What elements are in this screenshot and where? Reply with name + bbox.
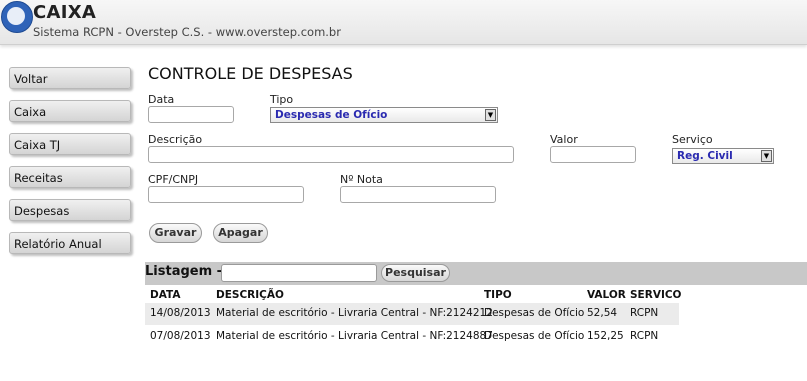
sidebar-item-caixa[interactable]: Caixa bbox=[9, 100, 131, 122]
nota-label: Nº Nota bbox=[340, 173, 383, 186]
valor-field[interactable] bbox=[550, 146, 636, 163]
gravar-button[interactable]: Gravar bbox=[149, 223, 202, 243]
table-row[interactable]: 07/08/2013 Material de escritório - Livr… bbox=[145, 326, 679, 348]
chevron-down-icon[interactable]: ▼ bbox=[485, 109, 496, 121]
cell-data: 07/08/2013 bbox=[150, 330, 211, 342]
sidebar-item-voltar[interactable]: Voltar bbox=[9, 67, 131, 89]
brand-title: CAIXA bbox=[33, 2, 97, 23]
data-field[interactable] bbox=[148, 106, 234, 123]
listing-title: Listagem - bbox=[145, 264, 223, 279]
tipo-select[interactable]: Despesas de Ofício ▼ bbox=[270, 107, 498, 123]
servico-select-value: Reg. Civil bbox=[677, 150, 733, 162]
col-header-data: DATA bbox=[150, 289, 181, 301]
cell-tipo: Despesas de Ofício bbox=[484, 330, 585, 342]
cell-valor: 52,54 bbox=[587, 307, 618, 319]
table-row[interactable]: 14/08/2013 Material de escritório - Livr… bbox=[145, 303, 679, 325]
cpf-label: CPF/CNPJ bbox=[148, 173, 199, 186]
col-header-servico: SERVICO bbox=[630, 289, 682, 301]
brand-subtitle: Sistema RCPN - Overstep C.S. - www.overs… bbox=[33, 25, 341, 39]
col-header-tipo: TIPO bbox=[484, 289, 512, 301]
cell-tipo: Despesas de Ofício bbox=[484, 307, 585, 319]
sidebar-item-receitas[interactable]: Receitas bbox=[9, 166, 131, 188]
cell-descricao: Material de escritório - Livraria Centra… bbox=[216, 330, 493, 342]
cell-servico: RCPN bbox=[630, 307, 659, 319]
col-header-descricao: DESCRIÇÃO bbox=[216, 289, 284, 301]
nota-field[interactable] bbox=[340, 186, 496, 203]
cell-descricao: Material de escritório - Livraria Centra… bbox=[216, 307, 493, 319]
listing-search-input[interactable] bbox=[221, 264, 377, 282]
caixa-logo-icon bbox=[1, 1, 33, 33]
page-title: CONTROLE DE DESPESAS bbox=[148, 64, 353, 83]
sidebar-item-relatorio-anual[interactable]: Relatório Anual bbox=[9, 232, 131, 254]
servico-label: Serviço bbox=[672, 133, 713, 146]
sidebar-item-despesas[interactable]: Despesas bbox=[9, 199, 131, 221]
app-header: CAIXA Sistema RCPN - Overstep C.S. - www… bbox=[0, 0, 807, 45]
descricao-field[interactable] bbox=[148, 146, 514, 163]
col-header-valor: VALOR bbox=[587, 289, 626, 301]
apagar-button[interactable]: Apagar bbox=[213, 223, 268, 243]
descricao-label: Descrição bbox=[148, 133, 203, 146]
tipo-select-value: Despesas de Ofício bbox=[275, 109, 388, 121]
servico-select[interactable]: Reg. Civil ▼ bbox=[672, 148, 774, 164]
data-label: Data bbox=[148, 93, 175, 106]
chevron-down-icon[interactable]: ▼ bbox=[761, 150, 772, 162]
valor-label: Valor bbox=[550, 133, 578, 146]
tipo-label: Tipo bbox=[270, 93, 294, 106]
cell-data: 14/08/2013 bbox=[150, 307, 211, 319]
cell-valor: 152,25 bbox=[587, 330, 624, 342]
cpf-field[interactable] bbox=[148, 186, 304, 203]
sidebar-item-caixa-tj[interactable]: Caixa TJ bbox=[9, 133, 131, 155]
pesquisar-button[interactable]: Pesquisar bbox=[381, 264, 450, 282]
cell-servico: RCPN bbox=[630, 330, 659, 342]
